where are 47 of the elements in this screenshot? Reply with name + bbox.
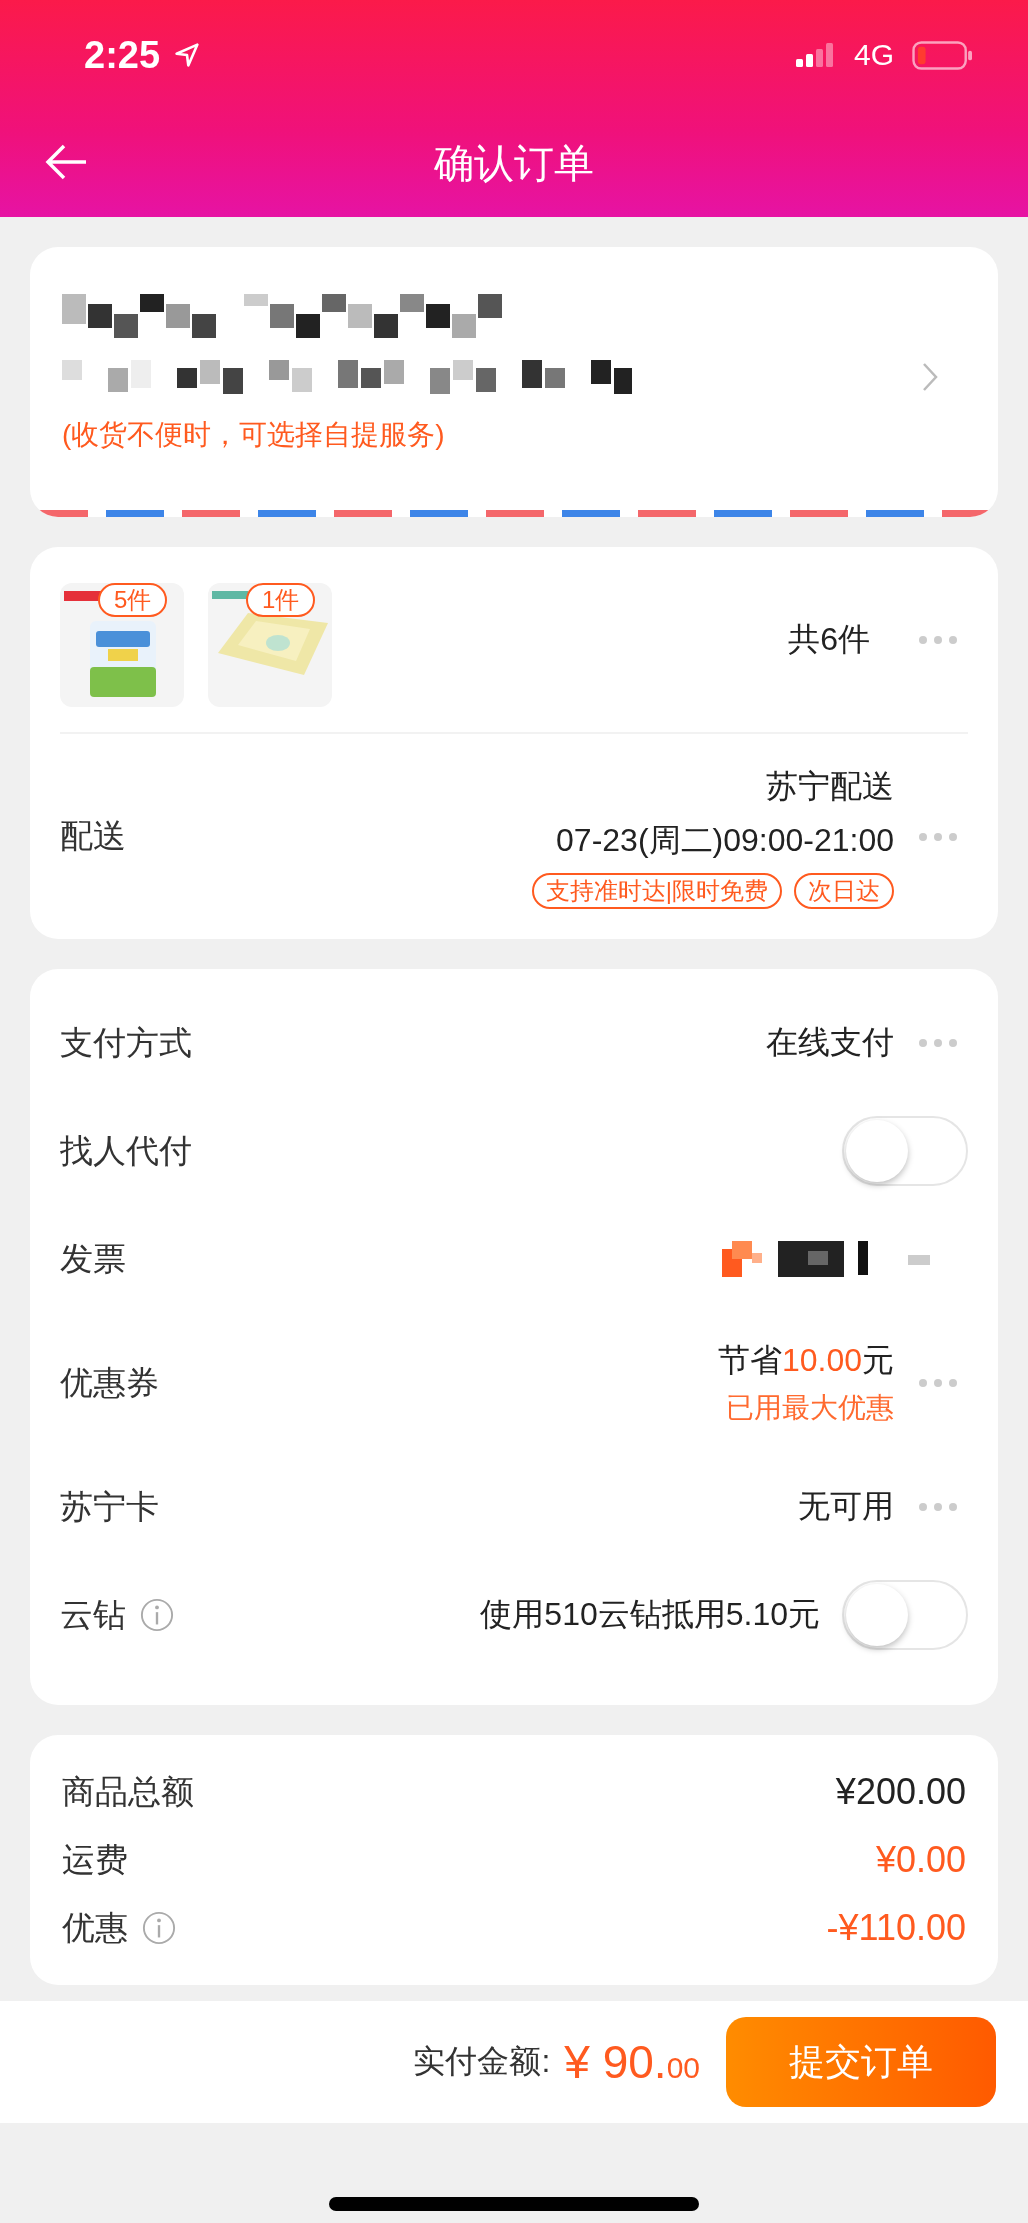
chevron-right-icon xyxy=(922,362,938,392)
summary-amount: ¥0.00 xyxy=(875,1839,966,1881)
network-label: 4G xyxy=(853,38,894,72)
info-icon[interactable] xyxy=(140,1598,174,1632)
toggle-switch[interactable] xyxy=(842,1580,968,1650)
battery-icon xyxy=(912,40,974,70)
more-icon[interactable] xyxy=(918,831,958,842)
summary-label: 运费 xyxy=(62,1839,128,1880)
coupon-saving: 节省10.00元 xyxy=(717,1341,894,1380)
summary-amount: ¥200.00 xyxy=(835,1771,966,1813)
amount-label: 实付金额: xyxy=(413,2042,551,2081)
quantity-badge: 1件 xyxy=(246,582,316,617)
page-title: 确认订单 xyxy=(434,140,594,187)
more-icon[interactable] xyxy=(918,634,958,645)
summary-label: 商品总额 xyxy=(62,1771,194,1812)
pickup-hint: (收货不便时，可选择自提服务) xyxy=(62,418,446,452)
coupon-note: 已用最大优惠 xyxy=(726,1391,894,1425)
summary-amount: -¥110.00 xyxy=(826,1907,966,1949)
address-card[interactable]: (收货不便时，可选择自提服务) xyxy=(30,247,998,517)
delivery-carrier: 苏宁配送 xyxy=(766,766,894,806)
more-icon[interactable] xyxy=(918,1378,958,1388)
option-label: 优惠券 xyxy=(60,1362,159,1403)
delivery-tag: 支持准时达|限时免费 xyxy=(531,872,782,909)
item-total: 共6件 xyxy=(788,619,870,659)
location-arrow-icon xyxy=(174,42,201,68)
back-arrow-icon[interactable] xyxy=(44,142,88,182)
option-label: 发票 xyxy=(60,1238,126,1279)
option-label: 苏宁卡 xyxy=(60,1486,159,1527)
summary-label: 优惠 xyxy=(62,1907,128,1948)
option-value: 使用510云钻抵用5.10元 xyxy=(480,1595,820,1634)
status-time: 2:25 xyxy=(84,33,161,77)
option-value: 在线支付 xyxy=(766,1023,894,1062)
more-icon[interactable] xyxy=(918,1038,958,1048)
option-label: 找人代付 xyxy=(60,1130,192,1171)
total-amount: ¥ 90.00 xyxy=(564,2035,700,2089)
quantity-badge: 5件 xyxy=(98,582,168,617)
option-label: 支付方式 xyxy=(60,1022,192,1063)
option-label: 云钻 xyxy=(60,1594,126,1635)
signal-icon xyxy=(795,43,836,67)
option-value: 无可用 xyxy=(798,1487,894,1526)
more-icon[interactable] xyxy=(918,1502,958,1512)
delivery-tag: 次日达 xyxy=(794,872,894,909)
submit-order-button[interactable]: 提交订单 xyxy=(726,2017,996,2107)
info-icon[interactable] xyxy=(142,1911,176,1945)
toggle-switch[interactable] xyxy=(842,1116,968,1186)
delivery-time: 07-23(周二)09:00-21:00 xyxy=(556,820,894,860)
delivery-label: 配送 xyxy=(60,816,126,856)
